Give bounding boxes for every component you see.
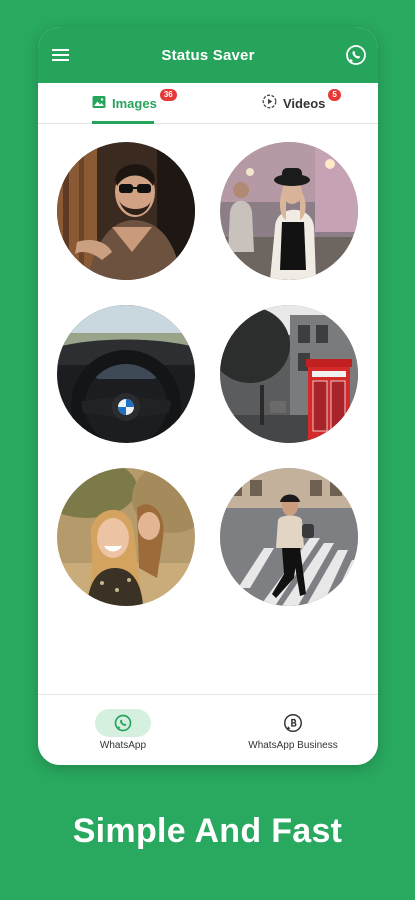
status-thumbnail[interactable] [220, 142, 358, 280]
menu-icon[interactable] [52, 46, 72, 64]
tab-videos[interactable]: Videos 5 [262, 83, 341, 123]
status-grid [38, 124, 378, 694]
status-thumbnail[interactable] [57, 142, 195, 280]
play-circle-icon [262, 94, 277, 112]
image-icon [92, 95, 106, 112]
nav-whatsapp[interactable]: WhatsApp [38, 695, 208, 765]
videos-count-badge: 5 [328, 89, 341, 101]
whatsapp-icon [95, 709, 151, 737]
images-count-badge: 36 [159, 89, 177, 101]
nav-whatsapp-business[interactable]: WhatsApp Business [208, 695, 378, 765]
tab-videos-label: Videos [283, 95, 326, 111]
nav-whatsapp-business-label: WhatsApp Business [248, 740, 338, 751]
app-screen: Status Saver Images 36 Videos 5 WhatsApp… [38, 27, 378, 765]
app-title: Status Saver [161, 46, 255, 64]
status-thumbnail[interactable] [57, 468, 195, 606]
whatsapp-business-icon [265, 709, 321, 737]
nav-whatsapp-label: WhatsApp [99, 740, 147, 751]
tab-images[interactable]: Images 36 [92, 83, 177, 123]
tagline: Simple And Fast [72, 812, 343, 850]
status-thumbnail[interactable] [220, 468, 358, 606]
status-thumbnail[interactable] [57, 305, 195, 443]
bottom-navigation: WhatsApp WhatsApp Business [38, 694, 378, 765]
app-bar: Status Saver [38, 27, 378, 83]
whatsapp-icon[interactable] [344, 43, 368, 67]
status-thumbnail[interactable] [220, 305, 358, 443]
tab-images-label: Images [112, 95, 157, 111]
tab-bar: Images 36 Videos 5 [38, 83, 378, 124]
